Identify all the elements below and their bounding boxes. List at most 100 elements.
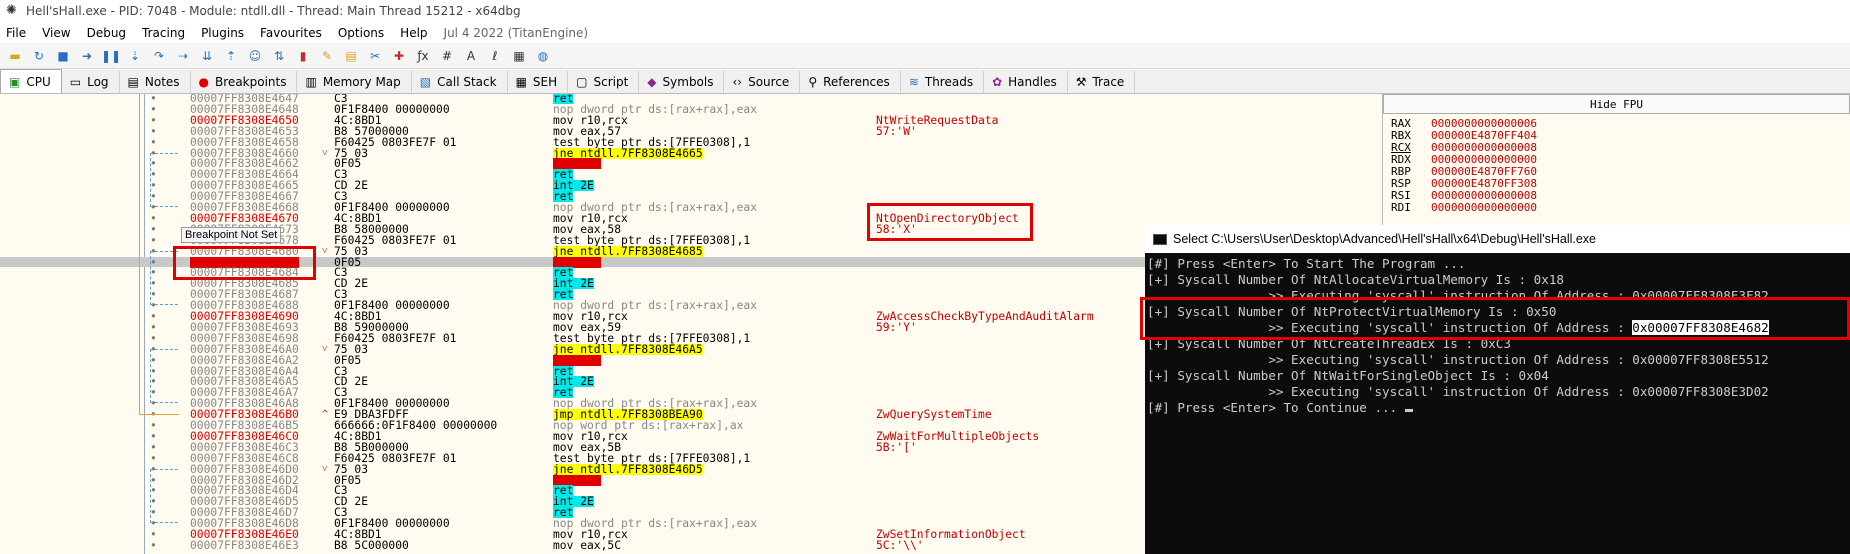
instruction-text: mov eax,5C (553, 538, 622, 552)
hide-fpu-button[interactable]: Hide FPU (1383, 94, 1850, 114)
console-line-text: >> Executing 'syscall' instruction Of Ad… (1147, 352, 1769, 367)
calculator-icon[interactable]: ▦ (510, 47, 528, 65)
breakpoint-dot-icon[interactable]: • (150, 136, 157, 147)
jump-direction-icon: ^ (322, 409, 329, 421)
instruction-text: syscall (553, 353, 601, 367)
menu-tracing[interactable]: Tracing (142, 26, 185, 40)
hardware-icon[interactable]: ▮ (294, 47, 312, 65)
tab-references[interactable]: ⚲ References (800, 71, 901, 93)
function-icon[interactable]: ƒx (414, 47, 432, 65)
log-icon: ▭ (69, 75, 82, 89)
flow-line (139, 94, 140, 415)
run-icon[interactable]: ➜ (78, 47, 96, 65)
instruction-text: jne ntdll.7FF8308E46D5 (553, 462, 703, 476)
tab-source[interactable]: ‹› Source (724, 71, 801, 93)
console-line: [+] Syscall Number Of NtAllocateVirtualM… (1145, 272, 1850, 288)
tab-breakpoints[interactable]: ● Breakpoints (191, 71, 298, 93)
instruction-bytes: 0F05 (334, 353, 362, 367)
hash-icon[interactable]: # (438, 47, 456, 65)
menu-help[interactable]: Help (400, 26, 427, 40)
strings-icon[interactable]: ℓ (486, 47, 504, 65)
toolbar: ▬ ↻ ■ ➜ ❚❚ ⇣ ↷ ⇢ ⇊ ⇡ ☺ ⇅ ▮ ✎ ▤ ✂ ✚ ƒx # … (0, 43, 1850, 69)
menu-favourites[interactable]: Favourites (260, 26, 322, 40)
jump-arrow (150, 152, 178, 207)
instruction-comment: 57:'W' (876, 124, 917, 138)
tab-threads[interactable]: ≋ Threads (901, 71, 985, 93)
tab-handles[interactable]: ✿ Handles (984, 71, 1068, 93)
animate-icon[interactable]: ⇡ (222, 47, 240, 65)
console-line: [#] Press <Enter> To Start The Program .… (1145, 256, 1850, 272)
tab-trace[interactable]: ⚒ Trace (1068, 71, 1136, 93)
highlight-box-comment (867, 203, 1033, 241)
step-over-icon[interactable]: ↷ (150, 47, 168, 65)
globe-icon[interactable]: ◍ (534, 47, 552, 65)
console-line-text: [#] Press <Enter> To Continue ... (1147, 400, 1405, 415)
instruction-text: test byte ptr ds:[7FFE0308],1 (553, 135, 751, 149)
breakpoint-dot-icon[interactable]: • (150, 540, 157, 551)
trace-into-icon[interactable]: ⇅ (270, 47, 288, 65)
tab-notes[interactable]: ▤ Notes (120, 71, 191, 93)
console-title: Select C:\Users\User\Desktop\Advanced\He… (1173, 232, 1597, 246)
tab-symbols[interactable]: ◆ Symbols (639, 71, 725, 93)
pause-icon[interactable]: ❚❚ (101, 47, 121, 65)
step-into-icon[interactable]: ⇣ (126, 47, 144, 65)
source-icon: ‹› (732, 75, 743, 89)
tab-bar: ▣ CPU ▭ Log ▤ Notes ● Breakpoints ▥ Memory Ma… (0, 69, 1850, 94)
register-row[interactable]: RDI 0000000000000000 (1383, 202, 1850, 214)
title-bar: ✺ Hell'sHall.exe - PID: 7048 - Module: n… (0, 0, 1850, 22)
menu-debug[interactable]: Debug (87, 26, 126, 40)
disasm-row[interactable]: • 00007FF8308E4653 B8 57000000 mov eax,57 57… (0, 126, 1380, 137)
disasm-row[interactable]: • 00007FF8308E4658 F60425 0803FE7F 01 test … (0, 135, 1380, 149)
jump-direction-icon: ˅ (322, 463, 328, 475)
jump-arrow (150, 468, 178, 524)
trace-icon: ⚒ (1075, 75, 1087, 89)
instruction-comment: ZwQuerySystemTime (876, 408, 992, 422)
instruction-text: jne ntdll.7FF8308E4685 (553, 244, 703, 258)
console-line: >> Executing 'syscall' instruction Of Ad… (1145, 352, 1850, 368)
instruction-comment: 5B:'[' (876, 440, 917, 454)
instruction-address: 00007FF8308E4658 (190, 135, 299, 149)
close-icon[interactable]: ■ (54, 47, 72, 65)
register-name: RDI (1391, 201, 1411, 214)
patch-icon[interactable]: ✎ (318, 47, 336, 65)
restart-icon[interactable]: ↻ (30, 47, 48, 65)
menu-options[interactable]: Options (338, 26, 384, 40)
tab-memory-map[interactable]: ▥ Memory Map (297, 71, 412, 93)
font-icon[interactable]: A (462, 47, 480, 65)
menu-file[interactable]: File (6, 26, 26, 40)
instruction-bytes: 75 03 (334, 244, 369, 258)
tab-seh[interactable]: ▦ SEH (508, 71, 569, 93)
flow-line-tail (139, 414, 179, 416)
tab-log[interactable]: ▭ Log (62, 71, 120, 93)
jump-direction-icon: ˅ (322, 147, 328, 159)
register-value: 0000000000000000 (1431, 201, 1537, 214)
console-title-bar: Select C:\Users\User\Desktop\Advanced\He… (1145, 225, 1850, 253)
registers-panel: Hide FPU RAX 0000000000000006 RBX 000000E48… (1382, 94, 1850, 228)
bookmark-icon[interactable]: ✚ (390, 47, 408, 65)
menu-plugins[interactable]: Plugins (201, 26, 244, 40)
references-icon: ⚲ (808, 75, 818, 89)
console-line-text: [+] Syscall Number Of NtAllocateVirtualM… (1147, 272, 1565, 287)
console-line-text: >> Executing 'syscall' instruction Of Ad… (1147, 384, 1769, 399)
instruction-comment: 59:'Y' (876, 320, 917, 334)
instruction-address: 00007FF8308E46E3 (190, 538, 299, 552)
console-window[interactable]: Select C:\Users\User\Desktop\Advanced\He… (1145, 225, 1850, 554)
jump-direction-icon: ˅ (322, 343, 328, 355)
run-to-user-icon[interactable]: ⇢ (174, 47, 192, 65)
tab-call-stack[interactable]: ▧ Call Stack (412, 71, 508, 93)
jump-direction-icon: ˅ (322, 245, 328, 257)
tab-script[interactable]: ▢ Script (568, 71, 640, 93)
threads-icon: ≋ (908, 75, 919, 89)
open-icon[interactable]: ▬ (6, 47, 24, 65)
menu-view[interactable]: View (42, 26, 70, 40)
cpu-icon: ▣ (9, 74, 21, 89)
label-icon[interactable]: ✂ (366, 47, 384, 65)
user-icon[interactable]: ☺ (246, 47, 264, 65)
console-line: >> Executing 'syscall' instruction Of Ad… (1145, 384, 1850, 400)
console-line: [+] Syscall Number Of NtWaitForSingleObj… (1145, 368, 1850, 384)
tab-cpu[interactable]: ▣ CPU (0, 69, 62, 93)
comment-icon[interactable]: ▤ (342, 47, 360, 65)
execute-till-return-icon[interactable]: ⇊ (198, 47, 216, 65)
breakpoint-tooltip: Breakpoint Not Set (181, 227, 282, 243)
console-line: [#] Press <Enter> To Continue ... (1145, 400, 1850, 416)
